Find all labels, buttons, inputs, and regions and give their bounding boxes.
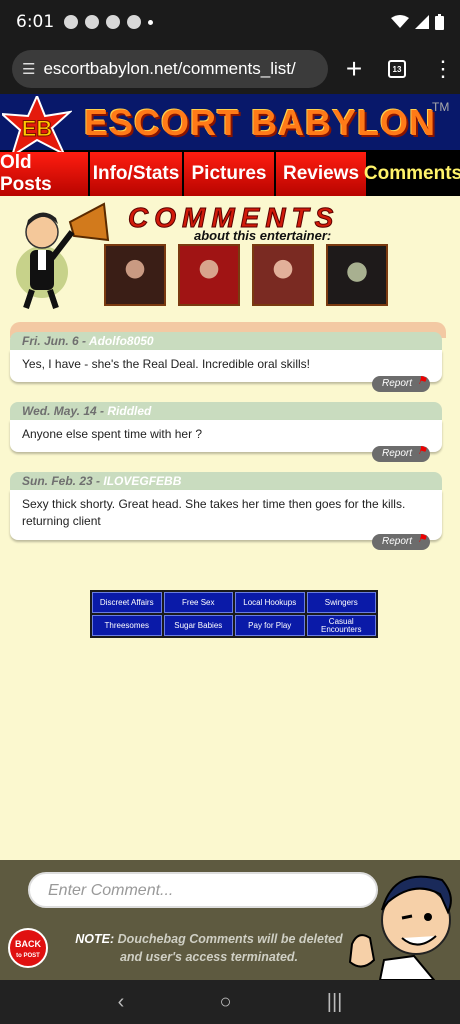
- comment-header: Wed. May. 14 - Riddled: [10, 402, 442, 420]
- flag-icon: ⚑: [417, 375, 427, 387]
- report-button[interactable]: Report ⚑: [372, 445, 430, 462]
- browser-toolbar: ☰ escortbabylon.net/comments_list/ + 13 …: [0, 44, 460, 94]
- comments-header: COMMENTS about this entertainer:: [0, 198, 460, 318]
- url-text: escortbabylon.net/comments_list/: [43, 59, 296, 78]
- comments-subtitle: about this entertainer:: [194, 228, 332, 243]
- winking-mascot-icon: [348, 875, 452, 980]
- recents-icon[interactable]: |||: [327, 991, 343, 1014]
- comment-header: Sun. Feb. 23 - ILOVEGFEBB: [10, 472, 442, 490]
- signal-icon: [415, 15, 429, 29]
- ad-link[interactable]: Swingers: [306, 592, 376, 613]
- eb-logo-icon: EB: [2, 96, 72, 158]
- ad-link[interactable]: Threesomes: [92, 615, 162, 636]
- facebook-icon: [127, 15, 142, 29]
- site-settings-icon[interactable]: ☰: [22, 60, 35, 78]
- report-label: Report: [382, 448, 413, 459]
- entertainer-photo[interactable]: [104, 244, 166, 306]
- entertainer-photo[interactable]: [252, 244, 314, 306]
- chat-icon: [106, 15, 121, 29]
- ad-link[interactable]: Free Sex: [163, 592, 233, 613]
- site-nav: Old Posts Info/Stats Pictures Reviews Co…: [0, 152, 460, 196]
- back-sublabel: to POST: [16, 953, 40, 959]
- back-label: BACK: [15, 939, 41, 949]
- ad-link[interactable]: Local Hookups: [235, 592, 305, 613]
- web-page: EB ESCORT BABYLON TM Old Posts Info/Stat…: [0, 94, 460, 980]
- ad-link[interactable]: Discreet Affairs: [92, 592, 162, 613]
- ad-link[interactable]: Pay for Play: [235, 615, 305, 636]
- report-label: Report: [382, 536, 413, 547]
- system-nav-bar: ‹ ○ |||: [0, 980, 460, 1024]
- home-icon[interactable]: ○: [219, 991, 231, 1014]
- tab-comments[interactable]: Comments: [364, 152, 460, 196]
- report-button[interactable]: Report ⚑: [372, 533, 430, 550]
- comment-date: Fri. Jun. 6: [22, 334, 79, 348]
- tab-info-stats[interactable]: Info/Stats: [90, 152, 184, 196]
- chat-icon: [85, 15, 100, 29]
- site-title: ESCORT BABYLON: [84, 102, 437, 143]
- notification-icons: [64, 15, 154, 29]
- comment-item: Fri. Jun. 6 - Adolfo8050 Yes, I have - s…: [10, 332, 442, 392]
- comment-input[interactable]: Enter Comment...: [28, 872, 378, 908]
- ad-link[interactable]: Sugar Babies: [163, 615, 233, 636]
- comment-user[interactable]: Riddled: [107, 404, 151, 418]
- ad-link-grid: Discreet Affairs Free Sex Local Hookups …: [90, 590, 378, 638]
- comment-date: Sun. Feb. 23: [22, 474, 93, 488]
- url-bar[interactable]: ☰ escortbabylon.net/comments_list/: [12, 50, 328, 88]
- tab-reviews[interactable]: Reviews: [276, 152, 368, 196]
- note-label: NOTE:: [75, 932, 115, 946]
- more-dot-icon: [148, 19, 154, 25]
- megaphone-mascot-icon: [16, 202, 110, 309]
- trademark: TM: [432, 100, 450, 114]
- comments-list: Fri. Jun. 6 - Adolfo8050 Yes, I have - s…: [10, 322, 446, 550]
- ad-link[interactable]: Casual Encounters: [306, 615, 376, 636]
- photo-icon: [64, 15, 79, 29]
- comment-item: Sun. Feb. 23 - ILOVEGFEBB Sexy thick sho…: [10, 472, 442, 550]
- comment-user[interactable]: ILOVEGFEBB: [103, 474, 181, 488]
- tab-old-posts[interactable]: Old Posts: [0, 152, 90, 196]
- battery-icon: [435, 14, 444, 30]
- tab-switcher-button[interactable]: 13: [388, 60, 406, 78]
- back-to-post-button[interactable]: BACK to POST: [8, 928, 48, 968]
- flag-icon: ⚑: [417, 445, 427, 457]
- tab-pictures[interactable]: Pictures: [184, 152, 276, 196]
- comment-user[interactable]: Adolfo8050: [89, 334, 154, 348]
- site-banner[interactable]: EB ESCORT BABYLON TM: [0, 94, 460, 158]
- status-time: 6:01: [16, 12, 55, 32]
- logo-text: EB: [22, 116, 53, 141]
- report-button[interactable]: Report ⚑: [372, 375, 430, 392]
- comment-header: Fri. Jun. 6 - Adolfo8050: [10, 332, 442, 350]
- comment-item: Wed. May. 14 - Riddled Anyone else spent…: [10, 402, 442, 462]
- comment-composer: Enter Comment... BACK to POST NOTE: Douc…: [0, 860, 460, 980]
- note-text: Douchebag Comments will be deleted and u…: [117, 932, 343, 964]
- entertainer-photo[interactable]: [178, 244, 240, 306]
- status-bar: 6:01: [0, 0, 460, 44]
- comment-text: Sexy thick shorty. Great head. She takes…: [10, 490, 442, 540]
- back-icon[interactable]: ‹: [118, 991, 125, 1014]
- overflow-menu-icon[interactable]: ⋮: [432, 58, 454, 80]
- comment-date: Wed. May. 14: [22, 404, 97, 418]
- wifi-icon: [391, 15, 409, 28]
- new-tab-icon[interactable]: +: [342, 53, 366, 85]
- entertainer-photo[interactable]: [326, 244, 388, 306]
- flag-icon: ⚑: [417, 533, 427, 545]
- report-label: Report: [382, 378, 413, 389]
- moderation-note: NOTE: Douchebag Comments will be deleted…: [74, 930, 344, 966]
